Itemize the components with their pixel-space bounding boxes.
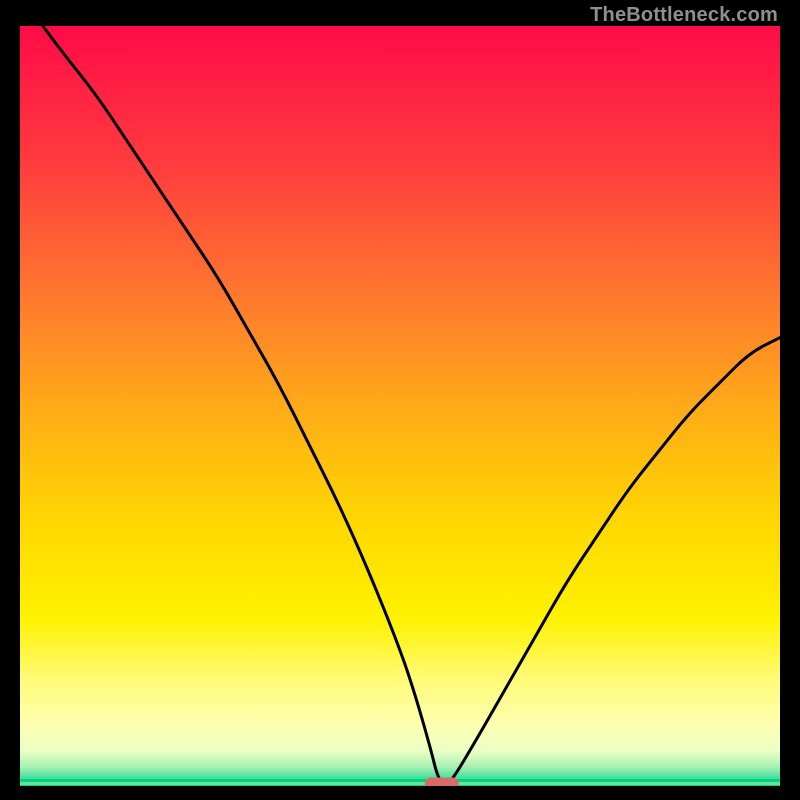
gradient-background — [20, 26, 780, 786]
baseline-band — [20, 779, 780, 785]
chart-frame — [20, 26, 780, 786]
bottleneck-chart — [20, 26, 780, 786]
watermark-text: TheBottleneck.com — [590, 4, 778, 27]
optimal-marker — [425, 778, 459, 787]
